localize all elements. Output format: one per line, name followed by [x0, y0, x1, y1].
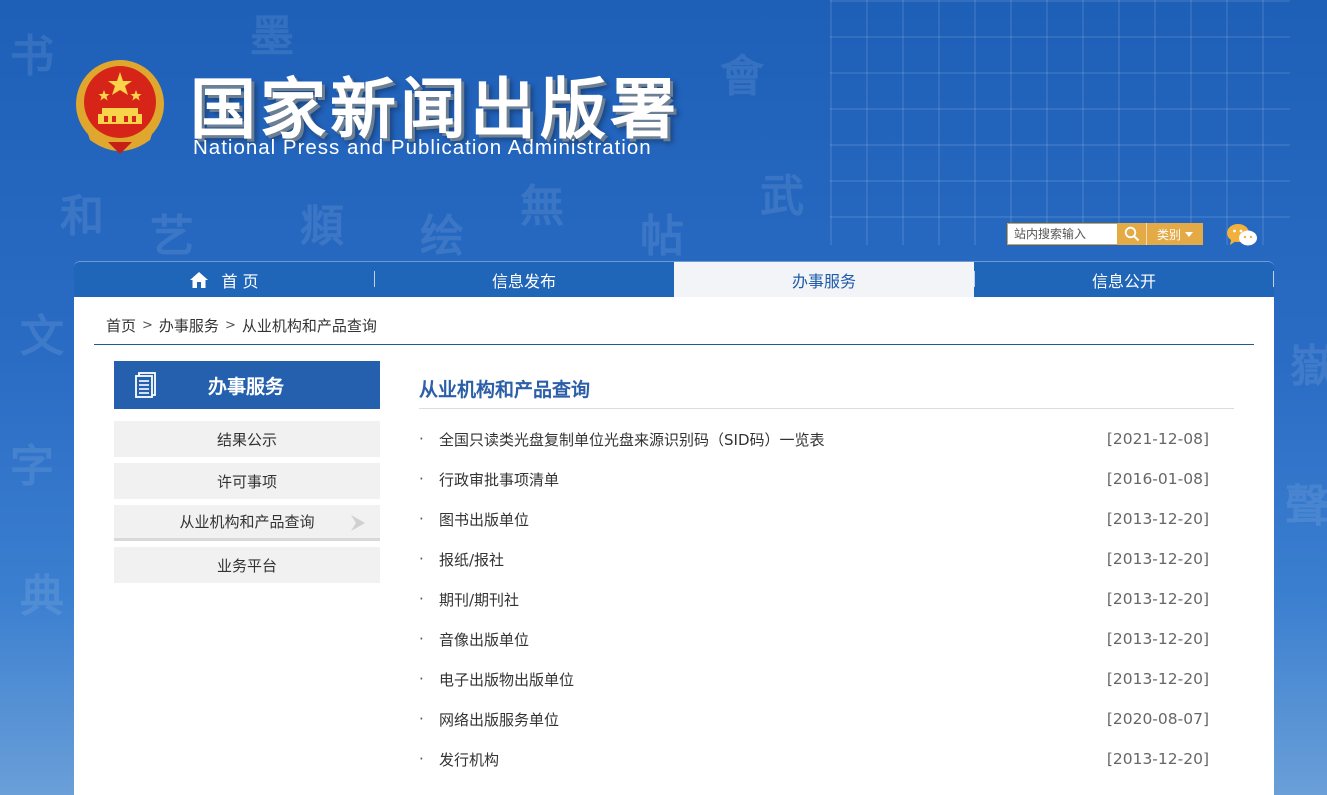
content-title-divider	[419, 408, 1234, 409]
sidebar-item-label: 结果公示	[216, 430, 277, 449]
list-item-date: [2013-12-20]	[1106, 670, 1209, 688]
breadcrumb: 首页 > 办事服务 > 从业机构和产品查询	[106, 315, 377, 336]
breadcrumb-divider	[94, 344, 1254, 345]
nav-item-disclosure[interactable]: 信息公开	[974, 262, 1274, 297]
site-subtitle-en: National Press and Publication Administr…	[193, 136, 652, 159]
chevron-right-icon	[351, 515, 365, 531]
bullet-icon: ·	[419, 510, 424, 528]
nav-item-services[interactable]: 办事服务	[674, 262, 974, 297]
list-item: · 报纸/报社 [2013-12-20]	[419, 539, 1209, 579]
list-item: · 电子出版物出版单位 [2013-12-20]	[419, 659, 1209, 699]
list-item-date: [2021-12-08]	[1106, 430, 1209, 448]
background-grid-pattern	[830, 0, 1290, 245]
list-item-link[interactable]: 发行机构	[439, 749, 499, 770]
category-label: 类别	[1156, 227, 1181, 242]
bullet-icon: ·	[419, 590, 424, 608]
list-item: · 网络出版服务单位 [2020-08-07]	[419, 699, 1209, 739]
breadcrumb-home-link[interactable]: 首页	[106, 315, 136, 336]
list-item-link[interactable]: 全国只读类光盘复制单位光盘来源识别码（SID码）一览表	[439, 429, 825, 450]
search-input[interactable]	[1007, 223, 1117, 245]
sidebar-item-institution-query[interactable]: 从业机构和产品查询	[114, 505, 380, 541]
document-list-icon	[135, 372, 156, 398]
list-item-link[interactable]: 电子出版物出版单位	[439, 669, 574, 690]
list-item-date: [2016-01-08]	[1106, 470, 1209, 488]
nav-label-news: 信息发布	[491, 271, 556, 291]
bullet-icon: ·	[419, 710, 424, 728]
list-item: · 图书出版单位 [2013-12-20]	[419, 499, 1209, 539]
list-item-date: [2013-12-20]	[1106, 590, 1209, 608]
national-emblem-icon	[76, 60, 164, 154]
list-item-link[interactable]: 图书出版单位	[439, 509, 529, 530]
list-item-link[interactable]: 期刊/期刊社	[439, 589, 519, 610]
list-item-link[interactable]: 音像出版单位	[439, 629, 529, 650]
category-dropdown[interactable]: 类别	[1147, 223, 1203, 245]
list-item-link[interactable]: 网络出版服务单位	[439, 709, 559, 730]
list-item-link[interactable]: 报纸/报社	[439, 549, 504, 570]
bullet-icon: ·	[419, 550, 424, 568]
content-title: 从业机构和产品查询	[419, 379, 591, 401]
list-item: · 发行机构 [2013-12-20]	[419, 739, 1209, 779]
sidebar-header: 办事服务	[114, 361, 380, 409]
list-item-date: [2013-12-20]	[1106, 510, 1209, 528]
sidebar-item-label: 许可事项	[216, 472, 277, 491]
sidebar-item-label: 从业机构和产品查询	[179, 513, 315, 531]
bullet-icon: ·	[419, 750, 424, 768]
chevron-down-icon	[1185, 231, 1193, 237]
list-item-date: [2013-12-20]	[1106, 750, 1209, 768]
list-item: · 行政审批事项清单 [2016-01-08]	[419, 459, 1209, 499]
sidebar-item-label: 业务平台	[216, 556, 277, 575]
nav-item-news[interactable]: 信息发布	[374, 262, 674, 297]
nav-label-disclosure: 信息公开	[1091, 271, 1156, 291]
breadcrumb-current-link[interactable]: 从业机构和产品查询	[242, 315, 377, 336]
list-item-date: [2013-12-20]	[1106, 630, 1209, 648]
nav-label-home: 首 页	[221, 271, 259, 291]
search-box: 类别	[1007, 223, 1203, 245]
list-item-date: [2013-12-20]	[1106, 550, 1209, 568]
bullet-icon: ·	[419, 630, 424, 648]
sidebar-item-results[interactable]: 结果公示	[114, 421, 380, 457]
bullet-icon: ·	[419, 430, 424, 448]
breadcrumb-separator: >	[142, 318, 153, 333]
list-item: · 音像出版单位 [2013-12-20]	[419, 619, 1209, 659]
bullet-icon: ·	[419, 670, 424, 688]
home-icon	[190, 271, 209, 288]
list-item: · 全国只读类光盘复制单位光盘来源识别码（SID码）一览表 [2021-12-08…	[419, 419, 1209, 459]
sidebar-title: 办事服务	[208, 375, 285, 398]
list-item-link[interactable]: 行政审批事项清单	[439, 469, 559, 490]
nav-item-home[interactable]: 首 页	[74, 262, 374, 297]
content-list: · 全国只读类光盘复制单位光盘来源识别码（SID码）一览表 [2021-12-08…	[419, 419, 1209, 779]
sidebar-item-licensing[interactable]: 许可事项	[114, 463, 380, 499]
main-panel: 首页 > 办事服务 > 从业机构和产品查询 办事服务 结果公示 许可事项 从业机…	[74, 297, 1274, 795]
search-icon	[1124, 226, 1139, 242]
search-button[interactable]	[1117, 223, 1147, 245]
sidebar-item-platform[interactable]: 业务平台	[114, 547, 380, 583]
bullet-icon: ·	[419, 470, 424, 488]
sidebar-menu: 结果公示 许可事项 从业机构和产品查询 业务平台	[114, 421, 380, 589]
nav-label-services: 办事服务	[791, 271, 856, 291]
list-item: · 期刊/期刊社 [2013-12-20]	[419, 579, 1209, 619]
wechat-icon[interactable]	[1226, 222, 1258, 248]
breadcrumb-separator: >	[224, 318, 236, 333]
main-nav: 首 页 信息发布 办事服务 信息公开	[74, 261, 1274, 297]
breadcrumb-services-link[interactable]: 办事服务	[159, 315, 219, 336]
list-item-date: [2020-08-07]	[1106, 710, 1209, 728]
